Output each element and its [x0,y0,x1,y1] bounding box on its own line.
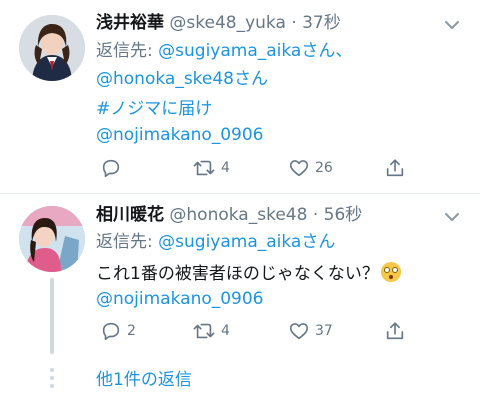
timestamp[interactable]: · 56秒 [313,205,362,225]
like-icon [289,323,309,340]
like-button[interactable]: 26 [288,156,333,180]
reply-suffix: さん [301,232,336,252]
reply-prefix: 返信先: [96,41,159,61]
retweet-count: 4 [221,160,230,176]
tweet-2[interactable]: 相川暖花 @honoka_ske48 · 56秒 返信先: @sugiyama_… [0,194,480,403]
display-name[interactable]: 浅井裕華 [96,13,164,33]
reply-mention[interactable]: @sugiyama_aika [158,41,301,61]
share-button[interactable] [384,319,406,343]
thread-dot [50,384,54,388]
avatar-photo [19,206,85,272]
thread-dot [50,368,54,372]
tweet-actions: 2 4 37 [96,319,466,343]
reply-context-2: @honoka_ske48さん [96,68,268,90]
thread-line [50,278,54,354]
mention-link[interactable]: @nojimakano_0906 [96,289,264,309]
flushed-face-emoji [380,262,401,282]
chevron-down-icon[interactable] [443,208,461,226]
tweet-header: 浅井裕華 @ske48_yuka · 37秒 [96,12,341,34]
reply-context: 返信先: @sugiyama_aikaさん、 [96,40,352,62]
avatar-photo [19,15,85,81]
reply-count: 2 [127,323,136,339]
like-count: 26 [315,160,333,176]
tweet-hashtag: #ノジマに届け [96,98,212,120]
retweet-icon [193,323,215,339]
tweet-1[interactable]: 浅井裕華 @ske48_yuka · 37秒 返信先: @sugiyama_ai… [0,0,480,193]
reply-mention[interactable]: @honoka_ske48 [96,69,234,89]
thread-dots [50,368,54,392]
retweet-icon [193,160,215,176]
like-button[interactable]: 37 [288,319,333,343]
timestamp[interactable]: · 37秒 [291,13,340,33]
handle[interactable]: @honoka_ske48 [169,205,307,225]
display-name[interactable]: 相川暖花 [96,205,164,225]
tweet-mention: @nojimakano_0906 [96,288,264,310]
avatar[interactable] [19,206,85,272]
reply-prefix: 返信先: [96,232,159,252]
reply-button[interactable]: 2 [100,319,136,343]
tweet-text: これ1番の被害者ほのじゃなくない？ [96,262,401,285]
retweet-button[interactable]: 4 [192,156,230,180]
chevron-down-icon[interactable] [443,16,461,34]
tweet-body: これ1番の被害者ほのじゃなくない？ [96,264,379,284]
like-icon [289,160,309,177]
reply-separator: さん、 [301,41,353,61]
retweet-button[interactable]: 4 [192,319,230,343]
tweet-mention: @nojimakano_0906 [96,124,264,146]
reply-button[interactable] [100,156,122,180]
tweet-header: 相川暖花 @honoka_ske48 · 56秒 [96,204,362,226]
retweet-count: 4 [221,323,230,339]
show-more-replies-link[interactable]: 他1件の返信 [96,369,192,391]
reply-mention[interactable]: @sugiyama_aika [158,232,301,252]
share-button[interactable] [384,156,406,180]
mention-link[interactable]: @nojimakano_0906 [96,125,264,145]
avatar[interactable] [19,15,85,81]
handle[interactable]: @ske48_yuka [169,13,286,33]
share-icon [386,159,404,177]
reply-icon [102,322,120,341]
tweet-actions: 4 26 [96,156,466,180]
reply-suffix: さん [234,69,269,89]
hashtag-link[interactable]: #ノジマに届け [96,99,212,119]
reply-context: 返信先: @sugiyama_aikaさん [96,231,335,253]
reply-icon [102,159,120,178]
thread-dot [50,376,54,380]
like-count: 37 [315,323,333,339]
share-icon [386,322,404,340]
